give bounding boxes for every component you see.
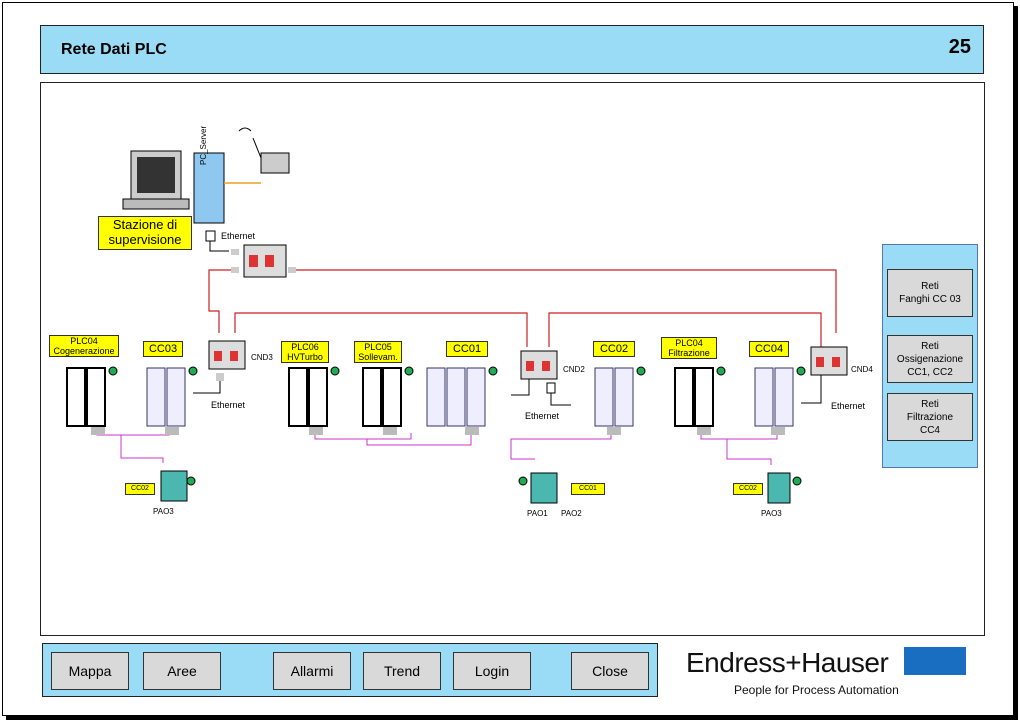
top-switch[interactable] [231, 244, 296, 278]
bottom-toolbar: Mappa Aree Allarmi Trend Login Close [42, 643, 658, 697]
logo-tagline: People for Process Automation [734, 683, 899, 697]
switch-cnd3[interactable] [208, 340, 246, 370]
login-button[interactable]: Login [453, 652, 531, 690]
pao-device[interactable] [767, 472, 802, 504]
network-graphics [66, 127, 848, 504]
close-button[interactable]: Close [571, 652, 649, 690]
ethernet-label-top: Ethernet [221, 231, 256, 241]
ethernet-port-icon [205, 230, 216, 242]
plc-rack[interactable] [288, 366, 340, 427]
pao3-label-left: PAO3 [153, 507, 174, 516]
header-bar: Rete Dati PLC 25 [40, 25, 984, 74]
page-number: 25 [948, 36, 971, 58]
plc-label-cc04: CC04 [749, 341, 789, 357]
pao1-label: PAO1 [527, 509, 548, 518]
allarmi-button[interactable]: Allarmi [273, 652, 351, 690]
pao-device[interactable] [518, 472, 558, 504]
plc-rack[interactable] [674, 366, 726, 427]
mappa-button[interactable]: Mappa [51, 652, 129, 690]
pao3-label-right: PAO3 [761, 509, 782, 518]
cc-tag-right: CC02 [733, 483, 763, 495]
radio-antenna-icon [238, 127, 290, 174]
switch-cnd4-label: CND4 [851, 365, 873, 374]
plc-rack[interactable] [754, 366, 806, 427]
pao2-label: PAO2 [561, 509, 582, 518]
network-diagram: Stazione di supervisione PC_Server Ether… [40, 82, 985, 636]
plc-rack[interactable] [362, 366, 414, 427]
aree-button[interactable]: Aree [143, 652, 221, 690]
station-label: Stazione di supervisione [98, 216, 192, 250]
side-panel: Reti Fanghi CC 03 Reti Ossigenazione CC1, C… [882, 244, 978, 468]
plc-label-cc01: CC01 [446, 341, 488, 357]
cc-tag-center: CC01 [571, 483, 605, 495]
plc-label-cogenerazione: PLC04 Cogenerazione [49, 335, 119, 357]
reti-ossigenazione-button[interactable]: Reti Ossigenazione CC1, CC2 [887, 335, 973, 383]
server-label: PC_Server [199, 125, 208, 165]
logo-brand: Endress+Hauser [686, 647, 889, 678]
reti-filtrazione-button[interactable]: Reti Filtrazione CC4 [887, 393, 973, 441]
trend-button[interactable]: Trend [363, 652, 441, 690]
ethernet-label-center: Ethernet [525, 411, 560, 421]
reti-fanghi-button[interactable]: Reti Fanghi CC 03 [887, 269, 973, 317]
pao-device[interactable] [160, 470, 196, 502]
page-title: Rete Dati PLC [61, 41, 167, 58]
plc-label-filtrazione: PLC04 Filtrazione [661, 337, 717, 359]
plc-label-cc02: CC02 [593, 341, 635, 357]
eh-logo-icon [904, 647, 966, 675]
ethernet-label-right: Ethernet [831, 401, 866, 411]
plc-label-hvturbo: PLC06 HVTurbo [281, 341, 329, 363]
switch-cnd2-label: CND2 [563, 365, 585, 374]
ethernet-label-left: Ethernet [211, 400, 246, 410]
monitor-icon[interactable] [122, 150, 190, 210]
switch-cnd4[interactable] [810, 346, 848, 376]
plc-rack[interactable] [426, 366, 498, 427]
cc-tag-left: CC02 [125, 483, 155, 495]
plc-label-cc03: CC03 [143, 341, 183, 357]
plc-rack[interactable] [66, 366, 118, 427]
switch-cnd3-label: CND3 [251, 353, 273, 362]
company-logo: Endress+Hauser People for Process Automa… [686, 645, 976, 701]
plc-rack[interactable] [594, 366, 646, 427]
plc-rack[interactable] [146, 366, 198, 427]
plc-label-sollevam: PLC05 Sollevam. [354, 341, 402, 363]
switch-cnd2[interactable] [520, 350, 558, 380]
